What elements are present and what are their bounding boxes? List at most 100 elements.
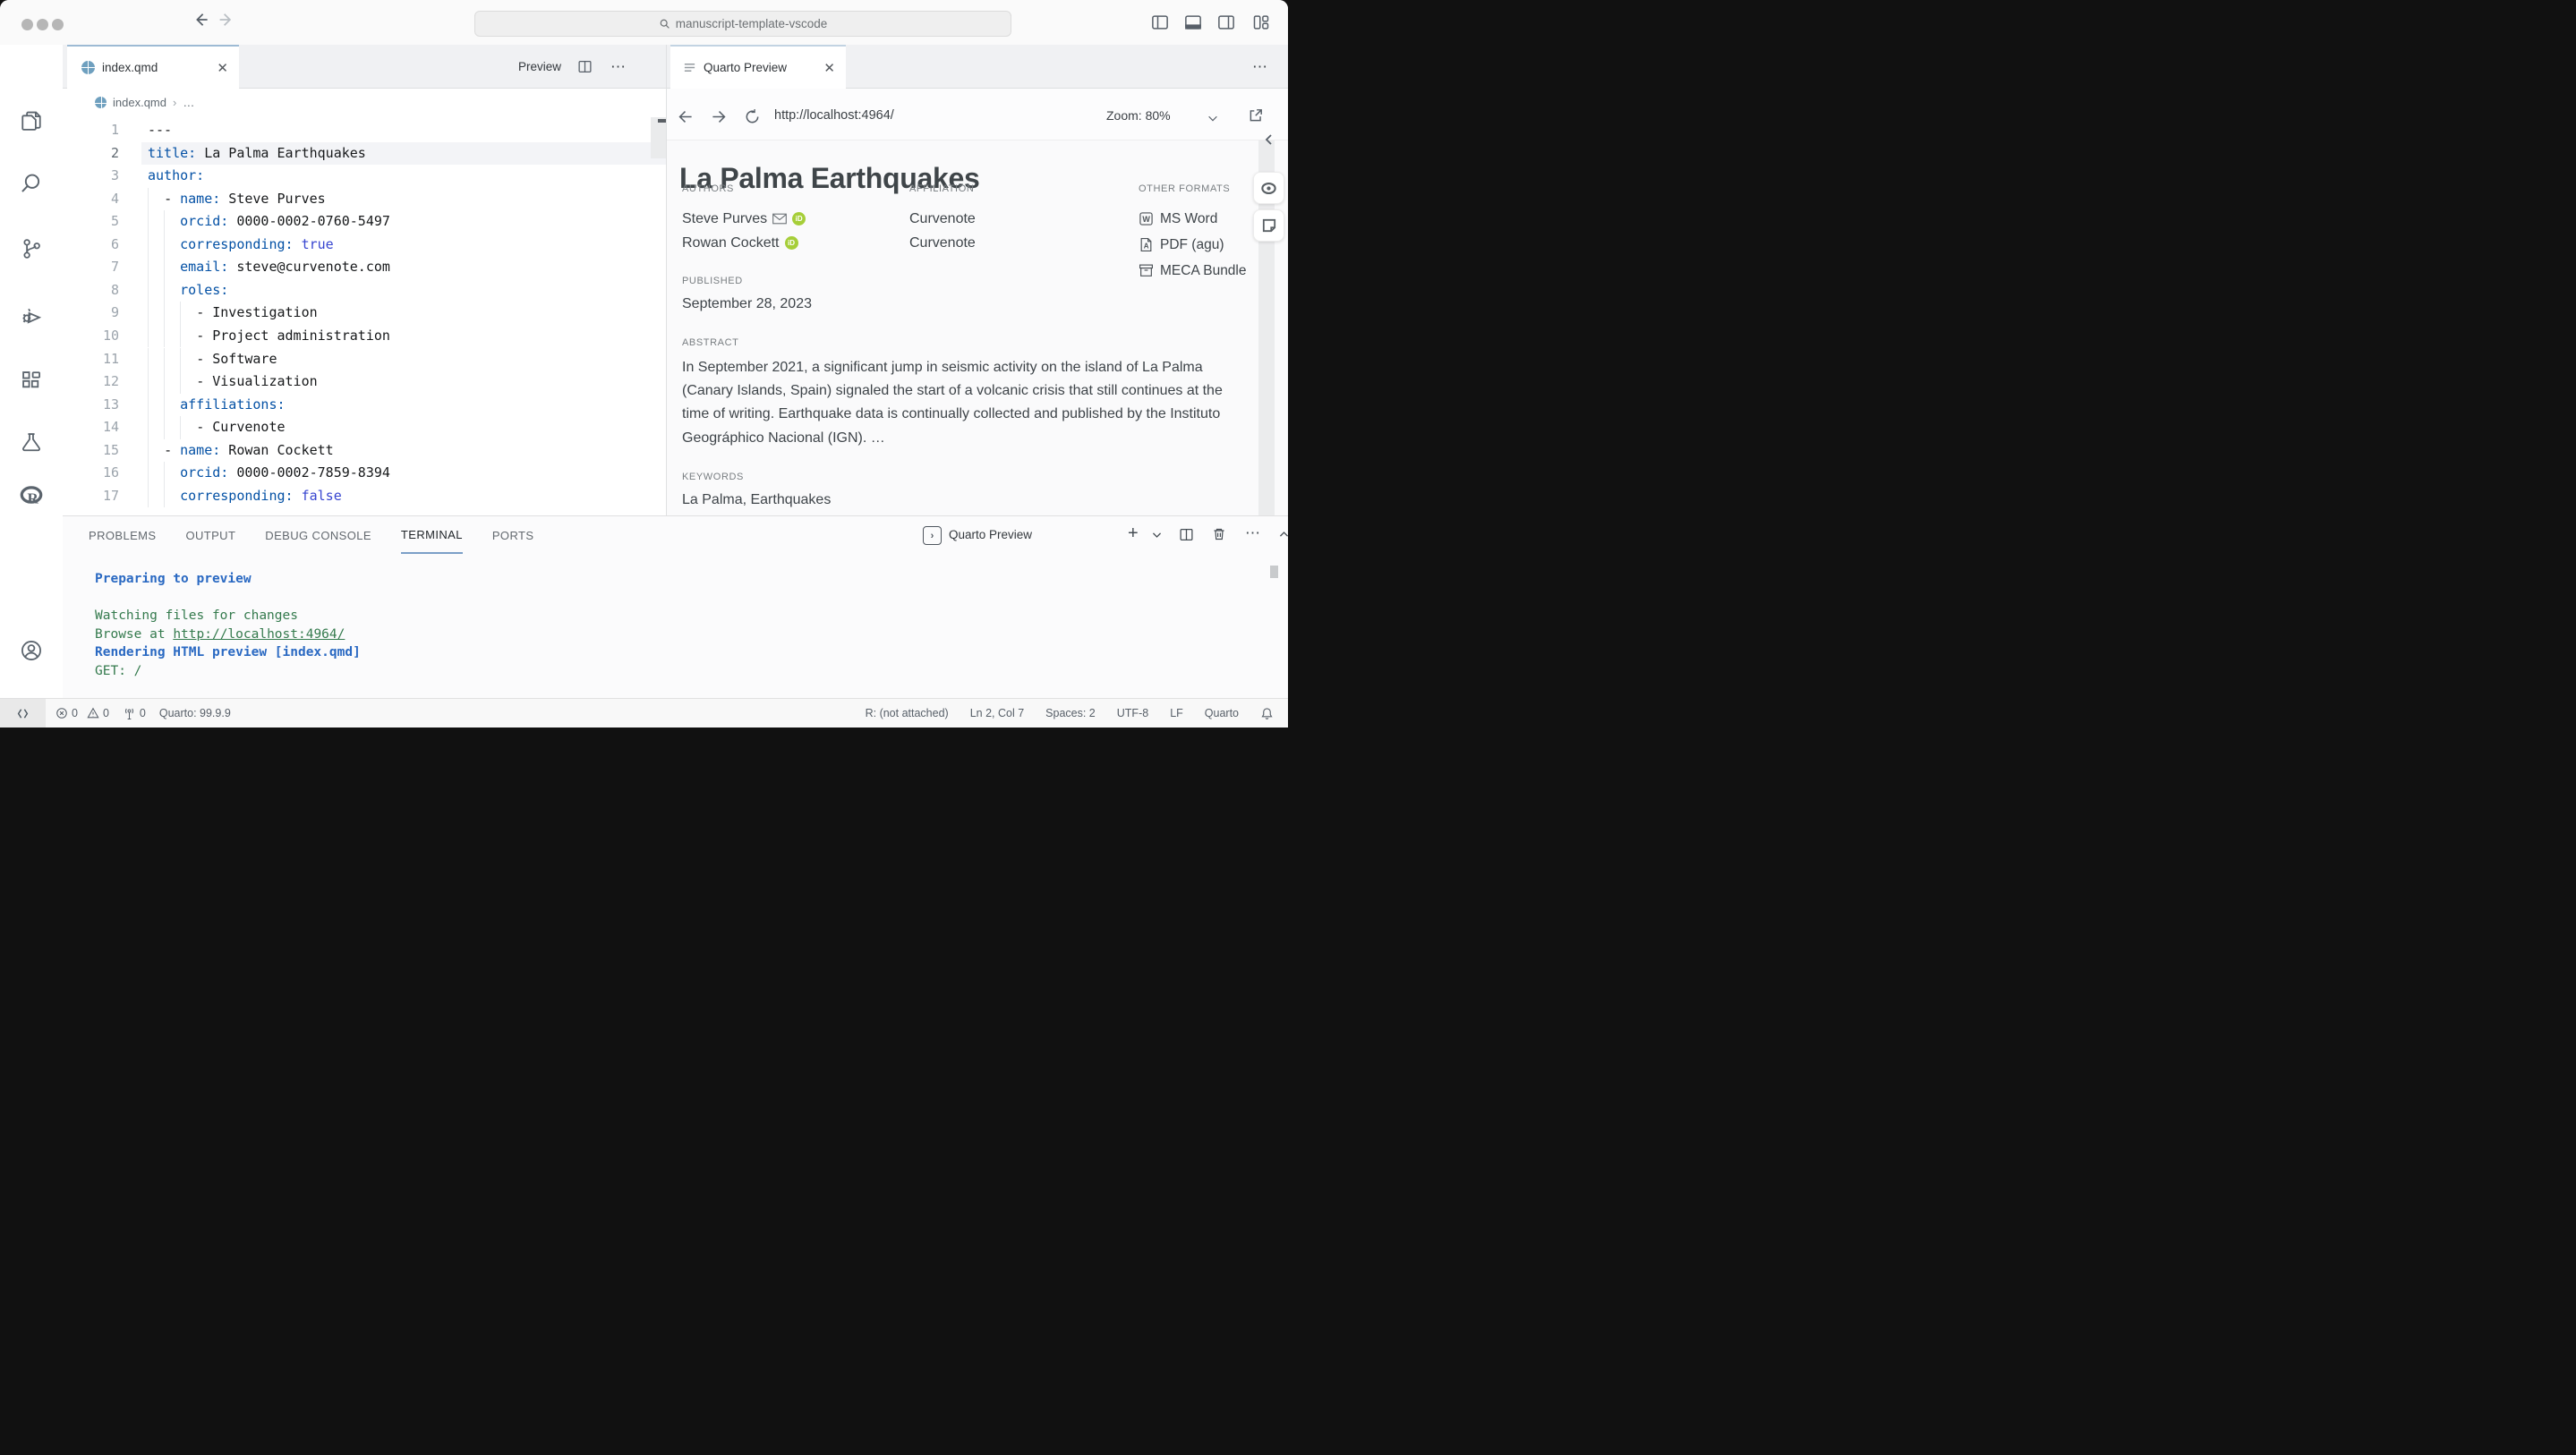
code-line[interactable]: 12 - Visualization [63, 370, 666, 394]
window-zoom-button[interactable] [52, 19, 64, 30]
code-line[interactable]: 17 corresponding: false [63, 484, 666, 508]
tab-index-qmd[interactable]: index.qmd ✕ [67, 45, 239, 89]
eol-status[interactable]: LF [1170, 707, 1183, 719]
breadcrumb-more[interactable]: … [183, 96, 194, 109]
cursor-position[interactable]: Ln 2, Col 7 [970, 707, 1024, 719]
code-line[interactable]: 14 - Curvenote [63, 416, 666, 439]
preview-url[interactable]: http://localhost:4964/ [774, 108, 894, 123]
terminal-line: Browse at http://localhost:4964/ [95, 626, 345, 642]
panel-tab-problems[interactable]: PROBLEMS [89, 516, 156, 554]
tab-quarto-preview[interactable]: Quarto Preview ✕ [670, 45, 846, 89]
line-number: 10 [102, 327, 119, 344]
language-mode-status[interactable]: Quarto [1205, 707, 1239, 719]
more-actions-icon[interactable]: ⋯ [610, 58, 627, 76]
zoom-level[interactable]: Zoom: 80% [1106, 108, 1171, 123]
panel-more-actions-icon[interactable]: ⋯ [1245, 524, 1261, 542]
code-line[interactable]: 15 - name: Rowan Cockett [63, 438, 666, 463]
code-line[interactable]: 5 orcid: 0000-0002-0760-5497 [63, 210, 666, 234]
ports-status[interactable]: 0 [123, 707, 146, 720]
open-external-icon[interactable] [1248, 107, 1264, 123]
terminal-dropdown-icon[interactable] [1151, 529, 1163, 540]
code-line[interactable]: 11 - Software [63, 347, 666, 371]
code-line[interactable]: 1 --- [63, 119, 666, 142]
panel-tab-debug-console[interactable]: DEBUG CONSOLE [265, 516, 371, 554]
code-line[interactable]: 6 corresponding: true [63, 233, 666, 257]
format-row[interactable]: MECA Bundle [1139, 258, 1247, 284]
source-control-icon[interactable] [20, 237, 43, 260]
preview-forward-icon[interactable] [711, 108, 728, 125]
breadcrumb-file[interactable]: index.qmd [113, 96, 166, 109]
preview-back-icon[interactable] [677, 108, 694, 125]
panel-tab-output[interactable]: OUTPUT [185, 516, 235, 554]
reload-icon[interactable] [744, 108, 761, 125]
preview-focus-button[interactable] [1253, 172, 1284, 204]
toggle-panel-icon[interactable] [1184, 13, 1202, 31]
split-terminal-icon[interactable] [1179, 527, 1194, 542]
code-line[interactable]: 13 affiliations: [63, 393, 666, 417]
orcid-icon[interactable]: iD [792, 212, 806, 225]
more-actions-icon[interactable]: ⋯ [1252, 58, 1268, 76]
code-line[interactable]: 2 title: La Palma Earthquakes [63, 141, 666, 166]
kill-terminal-trash-icon[interactable] [1212, 527, 1226, 541]
code-line[interactable]: 8 roles: [63, 278, 666, 302]
editor-tab-strip: index.qmd ✕ Preview ⋯ [63, 45, 666, 89]
terminal-scrollbar[interactable] [1270, 566, 1278, 578]
search-icon[interactable] [20, 172, 43, 195]
r-status[interactable]: R: (not attached) [866, 707, 949, 719]
extensions-icon[interactable] [20, 369, 43, 392]
encoding-status[interactable]: UTF-8 [1117, 707, 1148, 719]
command-center-title: manuscript-template-vscode [675, 17, 828, 30]
r-language-icon[interactable]: R [20, 484, 43, 507]
line-number: 1 [110, 122, 119, 138]
editor-scrollbar[interactable] [651, 117, 666, 158]
svg-text:W: W [1142, 215, 1150, 224]
terminal-session-label[interactable]: Quarto Preview [949, 528, 1032, 541]
toggle-primary-sidebar-icon[interactable] [1151, 13, 1169, 31]
close-icon[interactable]: ✕ [823, 60, 835, 76]
history-back-icon[interactable] [193, 11, 211, 29]
maximize-panel-icon[interactable] [1278, 529, 1288, 540]
quarto-version-status[interactable]: Quarto: 99.9.9 [159, 707, 231, 719]
code-line[interactable]: 16 orcid: 0000-0002-7859-8394 [63, 462, 666, 485]
line-number: 6 [110, 235, 119, 252]
orcid-icon[interactable]: iD [784, 236, 798, 250]
code-editor[interactable]: 1 --- 2 title: La Palma Earthquakes 3 author:… [63, 116, 666, 515]
problems-status[interactable]: 0 0 [55, 707, 109, 719]
explorer-icon[interactable] [20, 109, 43, 132]
format-row[interactable]: A PDF (agu) [1139, 232, 1247, 258]
editor-overview-mark [658, 119, 666, 123]
account-icon[interactable] [20, 639, 43, 662]
remote-indicator[interactable] [0, 699, 46, 728]
split-editor-icon[interactable] [577, 59, 593, 74]
code-line[interactable]: 7 email: steve@curvenote.com [63, 256, 666, 279]
code-line[interactable]: 4 - name: Steve Purves [63, 187, 666, 211]
customize-layout-icon[interactable] [1252, 13, 1270, 31]
token: - Project administration [196, 327, 390, 344]
indentation-status[interactable]: Spaces: 2 [1045, 707, 1096, 719]
panel-tab-ports[interactable]: PORTS [492, 516, 534, 554]
testing-beaker-icon[interactable] [20, 430, 43, 454]
format-row[interactable]: W MS Word [1139, 206, 1247, 232]
preview-button[interactable]: Preview [518, 60, 561, 73]
code-line[interactable]: 9 - Investigation [63, 302, 666, 325]
terminal-link[interactable]: http://localhost:4964/ [173, 627, 345, 642]
toggle-secondary-sidebar-icon[interactable] [1217, 13, 1235, 31]
close-icon[interactable]: ✕ [217, 60, 228, 76]
history-forward-icon[interactable] [215, 11, 233, 29]
window-minimize-button[interactable] [37, 19, 48, 30]
chevron-down-icon[interactable] [1207, 112, 1219, 124]
line-number: 12 [102, 373, 119, 390]
breadcrumb[interactable]: index.qmd › … [63, 89, 666, 116]
code-line[interactable]: 3 author: [63, 165, 666, 188]
new-terminal-icon[interactable]: + [1128, 523, 1139, 544]
code-line[interactable]: 10 - Project administration [63, 324, 666, 348]
preview-note-button[interactable] [1253, 209, 1284, 242]
command-center-search[interactable]: manuscript-template-vscode [474, 11, 1011, 37]
window-close-button[interactable] [21, 19, 33, 30]
run-debug-icon[interactable] [20, 305, 43, 328]
panel-tab-terminal[interactable]: TERMINAL [400, 516, 463, 554]
collapse-chevron-left-icon[interactable] [1262, 132, 1276, 147]
notifications-bell-icon[interactable] [1260, 707, 1274, 720]
